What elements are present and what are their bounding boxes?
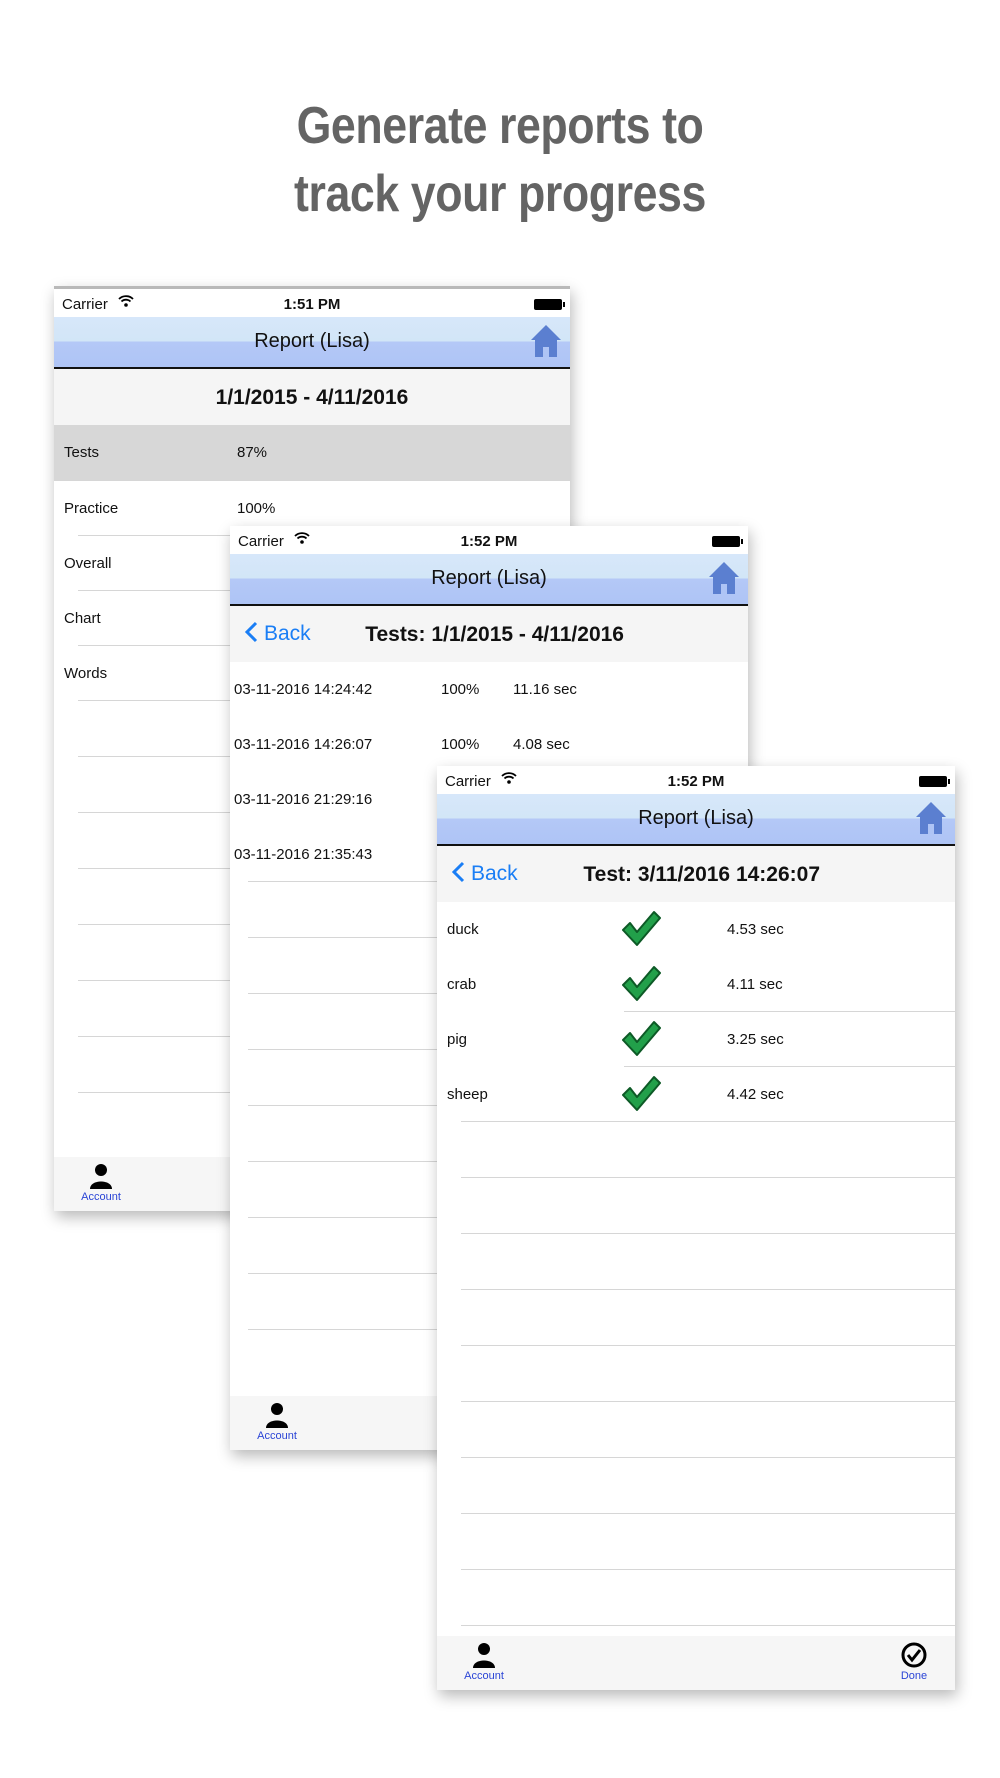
navigation-bar: Report (Lisa) (437, 794, 955, 846)
status-bar: Carrier 1:52 PM (230, 526, 748, 554)
test-time: 11.16 sec (513, 681, 577, 698)
row-value: 87% (237, 444, 268, 461)
empty-row (461, 1346, 955, 1402)
status-bar: Carrier 1:52 PM (437, 766, 955, 794)
back-button[interactable]: Back (244, 621, 311, 646)
test-score: 100% (441, 681, 480, 698)
status-bar: Carrier 1:51 PM (54, 289, 570, 317)
empty-row (461, 1290, 955, 1346)
word-row[interactable]: pig 3.25 sec (437, 1012, 955, 1067)
chevron-left-icon (244, 621, 258, 643)
checkmark-icon (622, 1076, 661, 1111)
tab-done-label: Done (900, 1670, 928, 1682)
test-title: Test: 3/11/2016 14:26:07 (583, 863, 820, 886)
home-icon[interactable] (708, 560, 740, 596)
back-label: Back (264, 622, 311, 645)
word-time: 3.25 sec (727, 1031, 784, 1048)
nav-title: Report (Lisa) (638, 807, 754, 829)
row-label: Tests (64, 444, 100, 461)
test-datetime: 03-11-2016 14:26:07 (234, 736, 373, 753)
empty-row (461, 1122, 955, 1178)
tests-header: Back Tests: 1/1/2015 - 4/11/2016 (230, 606, 748, 662)
tab-account-label: Account (464, 1670, 504, 1682)
empty-row (461, 1458, 955, 1514)
back-button[interactable]: Back (451, 861, 518, 886)
tab-account-label: Account (81, 1191, 121, 1203)
tab-account[interactable]: Account (252, 1402, 302, 1442)
word-label: pig (447, 1031, 468, 1048)
word-time: 4.53 sec (727, 921, 784, 938)
empty-row (461, 1234, 955, 1290)
back-label: Back (471, 862, 518, 885)
tab-bar: Account Done (437, 1636, 955, 1690)
headline: Generate reports to track your progress (0, 92, 1000, 228)
chevron-left-icon (451, 861, 465, 883)
row-value: 100% (237, 500, 276, 517)
home-icon[interactable] (915, 800, 947, 836)
done-icon (901, 1642, 927, 1668)
tab-done[interactable]: Done (889, 1642, 939, 1682)
word-label: duck (447, 921, 479, 938)
empty-row (461, 1178, 955, 1234)
nav-title: Report (Lisa) (431, 567, 547, 589)
battery-icon (534, 299, 565, 310)
account-icon (266, 1403, 288, 1428)
word-label: sheep (447, 1086, 488, 1103)
tab-account[interactable]: Account (76, 1163, 126, 1203)
test-time: 4.08 sec (513, 736, 570, 753)
navigation-bar: Report (Lisa) (54, 317, 570, 369)
word-row[interactable]: duck 4.53 sec (437, 902, 955, 957)
status-time: 1:52 PM (460, 533, 518, 550)
empty-row (461, 1570, 955, 1626)
headline-line-1: Generate reports to (296, 97, 704, 155)
checkmark-icon (622, 966, 661, 1001)
checkmark-icon (622, 911, 661, 946)
home-icon[interactable] (530, 323, 562, 359)
headline-line-2: track your progress (294, 165, 706, 223)
test-detail-header: Back Test: 3/11/2016 14:26:07 (437, 846, 955, 902)
checkmark-icon (622, 1021, 661, 1056)
empty-row (461, 1514, 955, 1570)
test-row[interactable]: 03-11-2016 14:24:42 100% 11.16 sec (230, 662, 748, 717)
tab-account[interactable]: Account (459, 1642, 509, 1682)
word-row[interactable]: sheep 4.42 sec (437, 1067, 955, 1122)
test-detail-screen: Carrier 1:52 PM Report (Lisa) Back Test:… (437, 766, 955, 1690)
word-label: crab (447, 976, 477, 993)
test-datetime: 03-11-2016 21:29:16 (234, 791, 373, 808)
test-score: 100% (441, 736, 480, 753)
date-range-header: 1/1/2015 - 4/11/2016 (54, 369, 570, 425)
row-label: Words (64, 665, 108, 682)
nav-title: Report (Lisa) (254, 330, 370, 352)
tab-account-label: Account (257, 1430, 297, 1442)
row-label: Chart (64, 610, 101, 627)
row-label: Overall (64, 555, 112, 572)
test-row[interactable]: 03-11-2016 14:26:07 100% 4.08 sec (230, 717, 748, 772)
test-datetime: 03-11-2016 14:24:42 (234, 681, 373, 698)
empty-row (461, 1402, 955, 1458)
test-datetime: 03-11-2016 21:35:43 (234, 846, 373, 863)
status-time: 1:51 PM (283, 296, 341, 313)
navigation-bar: Report (Lisa) (230, 554, 748, 606)
battery-icon (712, 536, 743, 547)
report-row-tests[interactable]: Tests 87% (54, 425, 570, 481)
word-row[interactable]: crab 4.11 sec (437, 957, 955, 1012)
date-range: 1/1/2015 - 4/11/2016 (215, 386, 409, 409)
row-label: Practice (64, 500, 119, 517)
battery-icon (919, 776, 950, 787)
account-icon (90, 1164, 112, 1189)
word-time: 4.42 sec (727, 1086, 784, 1103)
tests-title: Tests: 1/1/2015 - 4/11/2016 (365, 623, 624, 646)
word-time: 4.11 sec (727, 976, 783, 993)
account-icon (473, 1643, 495, 1668)
status-time: 1:52 PM (667, 773, 725, 790)
